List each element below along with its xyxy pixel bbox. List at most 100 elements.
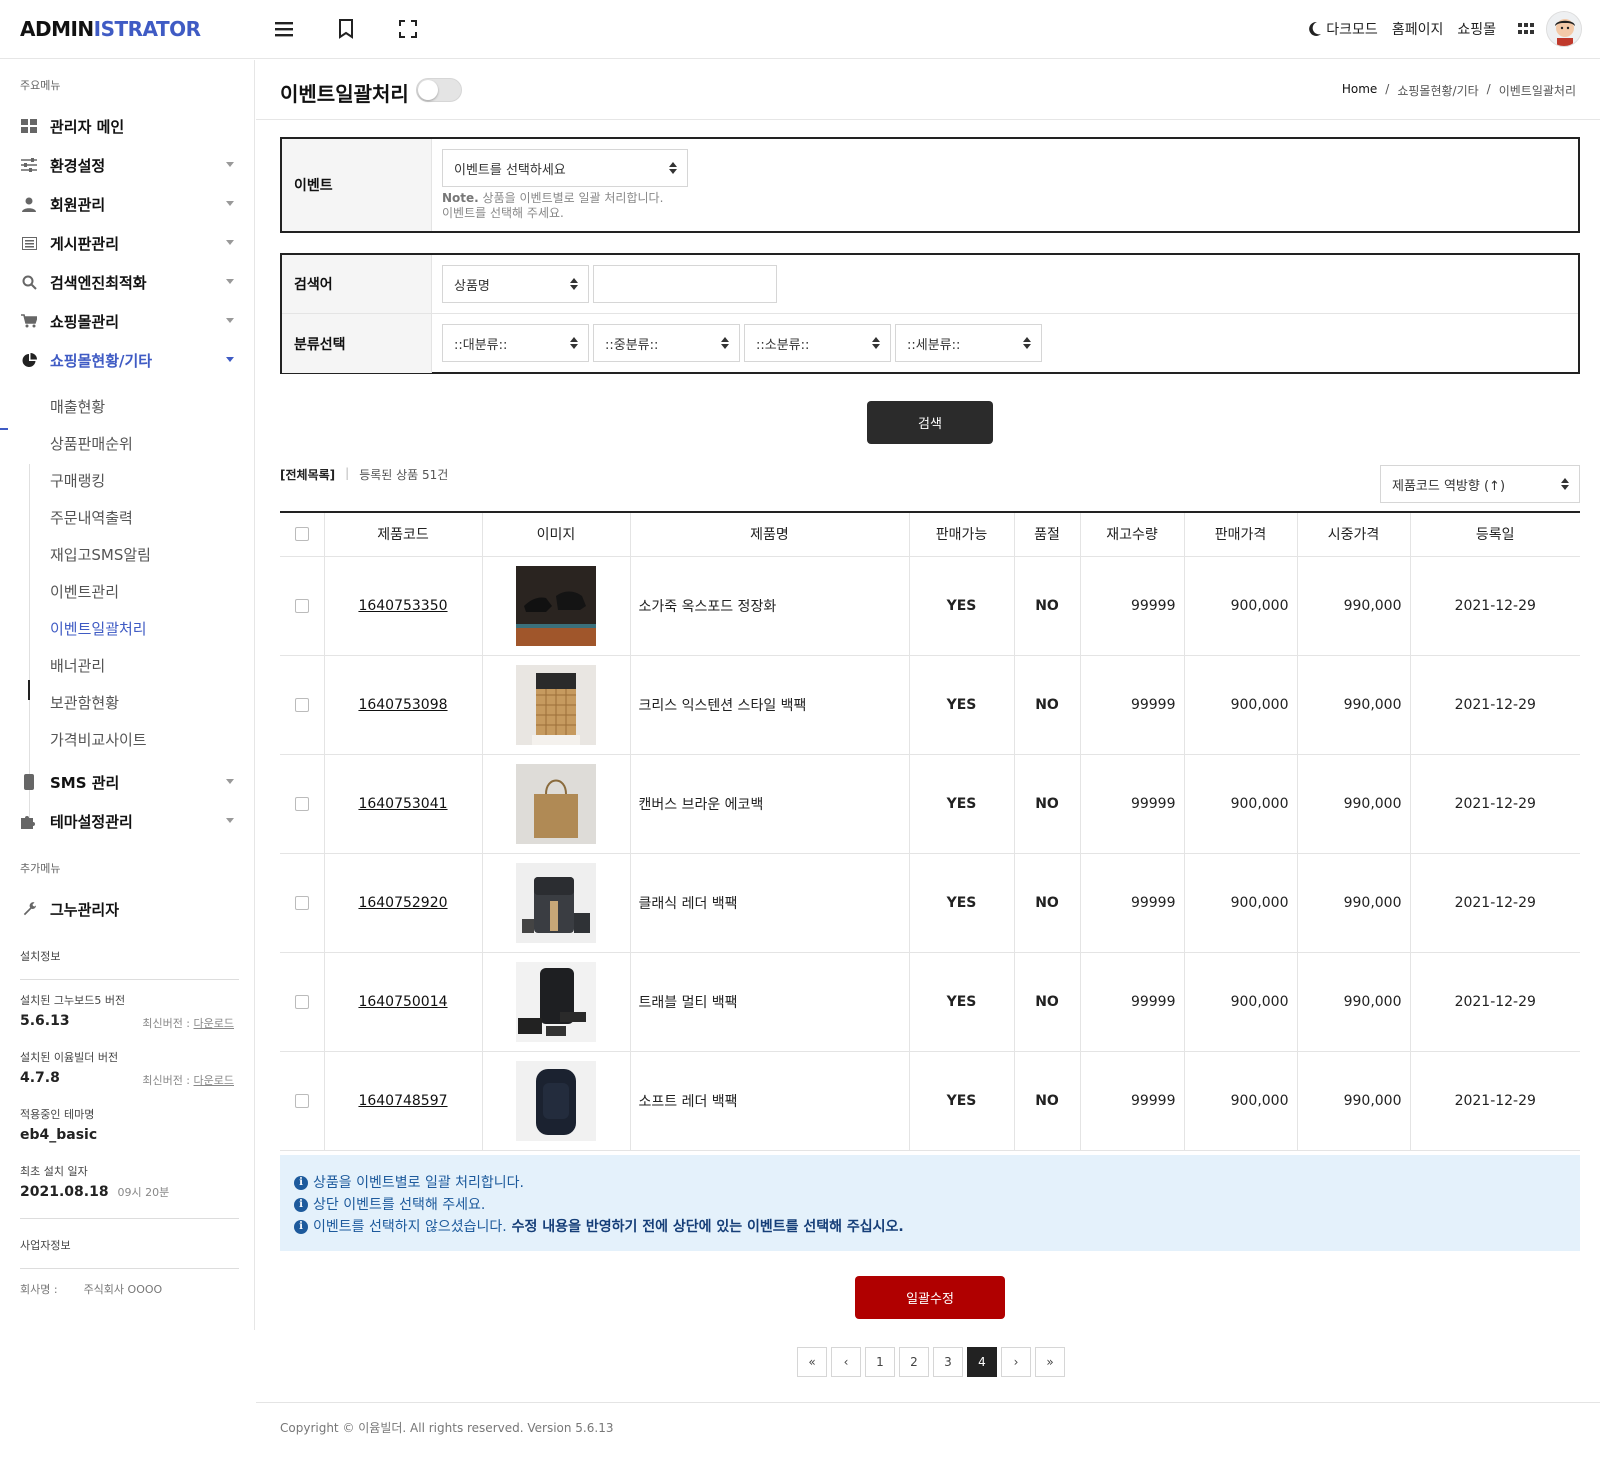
avatar[interactable] [1546,11,1582,47]
date-cell: 2021-12-29 [1410,754,1580,854]
event-select[interactable]: 이벤트를 선택하세요 [442,149,688,187]
bulk-update-button[interactable]: 일괄수정 [855,1276,1005,1319]
col-header[interactable]: 제품코드 [324,512,483,557]
last-page-button[interactable]: » [1035,1347,1065,1377]
shop-link[interactable]: 쇼핑몰 [1455,19,1498,39]
col-header[interactable]: 등록일 [1410,512,1580,557]
hamburger-menu-icon[interactable] [272,17,296,41]
soft-backpack-image[interactable] [516,1060,596,1141]
row-checkbox[interactable] [294,796,309,811]
submenu-purchase-rank[interactable]: 구매랭킹 [50,470,105,491]
submenu-banner[interactable]: 배너관리 [50,655,105,676]
product-code-link[interactable]: 1640753350 [358,598,447,614]
row-check-cell [280,655,325,755]
sidebar-item-admin-main[interactable]: 관리자 메인 [0,111,254,141]
code-cell: 1640753098 [324,655,483,755]
col-header[interactable]: 판매가격 [1184,512,1298,557]
col-header[interactable]: 시중가격 [1297,512,1411,557]
table-row: 1640753098 크리스 익스텐션 스타일 백팩 YES NO 99999 … [280,655,1580,755]
select-arrow-icon [570,277,578,291]
fullscreen-icon[interactable] [396,17,420,41]
submenu-restock-sms[interactable]: 재입고SMS알림 [50,544,151,565]
product-code-link[interactable]: 1640753098 [358,697,447,713]
row-checkbox[interactable] [294,1093,309,1108]
all-list-link[interactable]: [전체목록] [280,466,335,483]
sidebar-item-sms[interactable]: SMS 관리 [0,767,254,797]
gnuboard-version: 5.6.13 [20,1013,70,1029]
bookmark-icon[interactable] [334,17,358,41]
next-page-button[interactable]: › [1001,1347,1031,1377]
chevron-down-icon [226,240,234,245]
row-checkbox[interactable] [294,994,309,1009]
sidebar-item-members[interactable]: 회원관리 [0,189,254,219]
apps-grid-icon[interactable] [1516,23,1536,35]
shoes-image[interactable] [516,565,596,646]
homepage-link[interactable]: 홈페이지 [1390,19,1446,39]
prev-page-button[interactable]: ‹ [831,1347,861,1377]
logo[interactable]: ADMINISTRATOR [20,17,201,41]
sidebar-item-label: 회원관리 [50,195,106,214]
page-button[interactable]: 1 [865,1347,895,1377]
product-code-link[interactable]: 1640748597 [358,1093,447,1109]
page-header: 이벤트일괄처리 Home / 쇼핑몰현황/기타 / 이벤트일괄처리 [256,60,1600,120]
breadcrumb-shop-status[interactable]: 쇼핑몰현황/기타 [1397,82,1478,99]
sidebar-item-board[interactable]: 게시판관리 [0,228,254,258]
submenu-event-admin[interactable]: 이벤트관리 [50,581,119,602]
current-page-button[interactable]: 4 [967,1347,997,1377]
sidebar-item-seo[interactable]: 검색엔진최적화 [0,267,254,297]
product-code-link[interactable]: 1640750014 [358,994,447,1010]
submenu-event-bulk[interactable]: 이벤트일괄처리 [50,618,147,639]
note-line2: 이벤트를 선택해 주세요. [442,206,564,220]
breadcrumb-home[interactable]: Home [1342,82,1377,99]
company-value: 주식회사 OOOO [83,1283,163,1296]
first-page-button[interactable]: « [797,1347,827,1377]
search-button[interactable]: 검색 [867,401,993,444]
table-row: 1640748597 소프트 레더 백팩 YES NO 99999 900,00… [280,1051,1580,1151]
notice-text: 상단 이벤트를 선택해 주세요. [313,1197,486,1213]
col-header[interactable]: 재고수량 [1080,512,1185,557]
product-code-link[interactable]: 1640752920 [358,895,447,911]
image-cell [482,556,631,656]
sidebar: 주요메뉴 관리자 메인 환경설정 회원관리 게시판관리 검색엔진최적화 쇼핑몰관… [0,60,255,1330]
ecobag-image[interactable] [516,763,596,844]
sidebar-item-shop-admin[interactable]: 쇼핑몰관리 [0,306,254,336]
sidebar-item-shop-status[interactable]: 쇼핑몰현황/기타 [0,345,254,375]
keyword-input[interactable] [593,265,777,303]
col-header[interactable]: 제품명 [630,512,910,557]
keyword-type-select[interactable]: 상품명 [442,265,589,303]
category-medium-select[interactable]: ::중분류:: [593,324,740,362]
category-large-select[interactable]: ::대분류:: [442,324,589,362]
sort-select[interactable]: 제품코드 역방향 (↑) [1380,465,1580,503]
submenu-sales-rank[interactable]: 상품판매순위 [50,433,133,454]
category-small-select[interactable]: ::소분류:: [744,324,891,362]
woven-backpack-image[interactable] [516,664,596,745]
gnuboard-download-link[interactable]: 다운로드 [194,1017,234,1030]
submenu-price-compare[interactable]: 가격비교사이트 [50,729,147,750]
sidebar-item-theme[interactable]: 테마설정관리 [0,806,254,836]
main-menu-label: 주요메뉴 [20,79,61,92]
row-checkbox[interactable] [294,895,309,910]
page-toggle-switch[interactable] [416,78,462,102]
page-button[interactable]: 2 [899,1347,929,1377]
eyoom-download-link[interactable]: 다운로드 [194,1074,234,1087]
submenu-sales-status[interactable]: 매출현황 [50,396,105,417]
category-detail-select[interactable]: ::세분류:: [895,324,1042,362]
select-arrow-icon [669,161,677,175]
sidebar-item-settings[interactable]: 환경설정 [0,150,254,180]
travel-backpack-image[interactable] [516,961,596,1042]
price-cell: 900,000 [1184,952,1298,1052]
page-button[interactable]: 3 [933,1347,963,1377]
product-code-link[interactable]: 1640753041 [358,796,447,812]
dark-mode-toggle[interactable]: 다크모드 [1306,19,1380,39]
divider [20,1268,239,1269]
soldout-cell: NO [1014,952,1081,1052]
leather-backpack-image[interactable] [516,862,596,943]
row-checkbox[interactable] [294,697,309,712]
category-medium-value: ::중분류:: [605,337,659,353]
select-all-checkbox[interactable] [294,527,309,542]
submenu-wishlist[interactable]: 보관함현황 [50,692,119,713]
row-checkbox[interactable] [294,598,309,613]
name-cell: 트래블 멀티 백팩 [630,952,910,1052]
sidebar-item-gnu-admin[interactable]: 그누관리자 [0,894,254,924]
submenu-order-print[interactable]: 주문내역출력 [50,507,133,528]
